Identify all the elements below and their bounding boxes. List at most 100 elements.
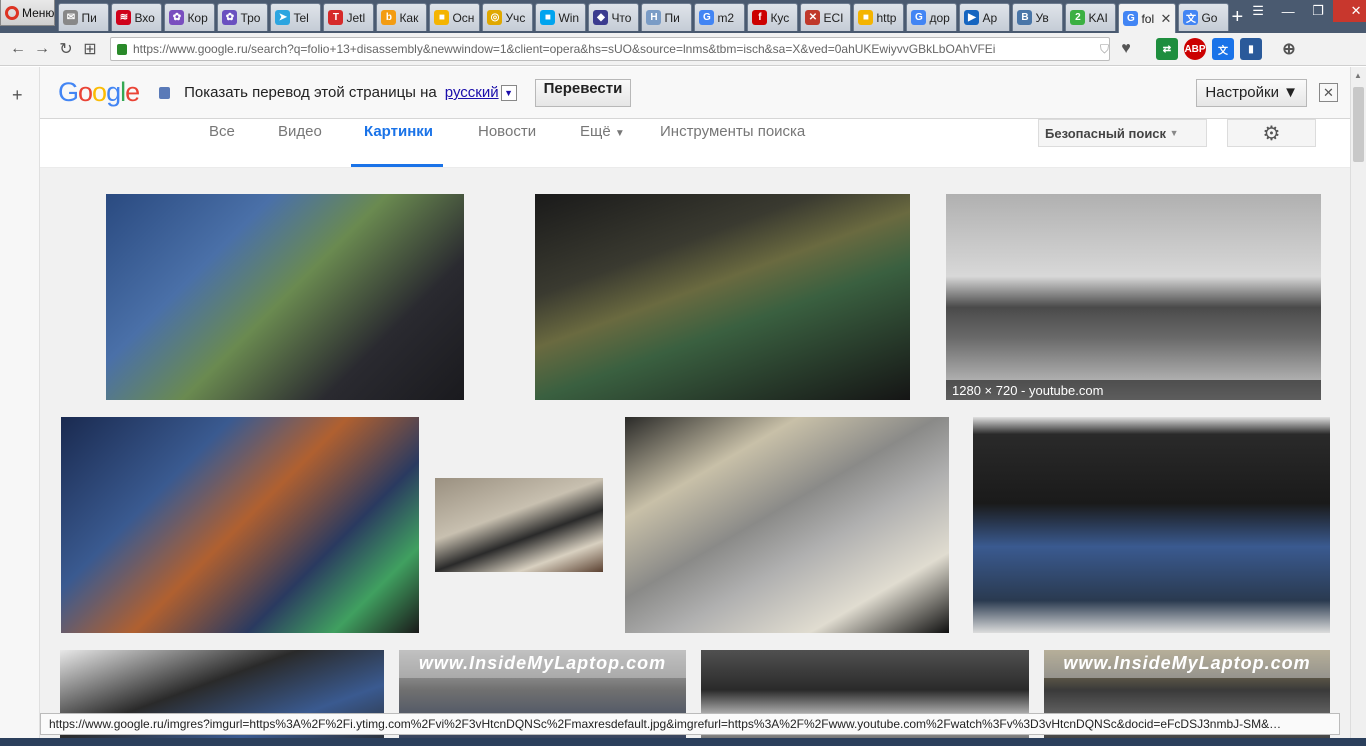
reader-extension-icon[interactable]: ▮ xyxy=(1240,38,1262,60)
tab-favicon-icon: B xyxy=(1017,10,1033,25)
scroll-thumb[interactable] xyxy=(1353,87,1364,162)
tab-favicon-icon: ▶ xyxy=(964,10,980,25)
image-result[interactable] xyxy=(435,478,603,572)
browser-tab[interactable]: ■ http xyxy=(853,3,905,31)
browser-tab[interactable]: 文 Go xyxy=(1178,3,1230,31)
tab-label: Осн xyxy=(452,10,475,25)
image-watermark: www.InsideMyLaptop.com xyxy=(399,650,686,678)
bookmark-heart-icon[interactable]: ♥ xyxy=(1114,37,1138,61)
close-window-button[interactable]: ✕ xyxy=(1333,0,1366,22)
tab-menu-icon[interactable]: ☰ xyxy=(1243,0,1273,22)
tab-favicon-icon: ◆ xyxy=(593,10,609,25)
browser-tab[interactable]: Gfol ✕ xyxy=(1118,3,1177,33)
google-translate-extension-icon[interactable]: 文 xyxy=(1212,38,1234,60)
browser-tab[interactable]: ▶ Ар xyxy=(959,3,1011,31)
tab-label: Вхо xyxy=(134,10,155,25)
browser-tab[interactable]: ✿ Тро xyxy=(217,3,269,31)
safe-search-dropdown[interactable]: Безопасный поиск ▼ xyxy=(1038,119,1207,147)
browser-tab[interactable]: H Пи xyxy=(641,3,693,31)
tab-bar: Меню ✉ Пи ≋ Вхо ✿ Кор ✿ Тро ➤ Tel T Jetl b Как ■ Осн ◎ Уч… xyxy=(0,0,1366,33)
search-nav: Все Видео Картинки Новости Ещё ▼ Инструм… xyxy=(40,119,1350,168)
gear-icon[interactable]: ⚙ xyxy=(1227,119,1316,147)
image-size-caption: 1280 × 720 - youtube.com xyxy=(946,380,1321,400)
browser-tab[interactable]: B Ув xyxy=(1012,3,1064,31)
browser-tab[interactable]: ✿ Кор xyxy=(164,3,216,31)
image-result[interactable] xyxy=(625,417,949,633)
close-translate-icon[interactable]: ✕ xyxy=(1319,83,1338,102)
chevron-down-icon: ▼ xyxy=(614,128,625,139)
tab-label: Пи xyxy=(81,10,97,25)
browser-tab[interactable]: ✉ Пи xyxy=(58,3,110,31)
tab-favicon-icon: ■ xyxy=(858,10,874,25)
browser-tab[interactable]: Gдор xyxy=(906,3,958,31)
browser-tab[interactable]: ➤ Tel xyxy=(270,3,322,31)
tab-label: Go xyxy=(1201,10,1218,25)
add-sidebar-item-icon[interactable]: + xyxy=(12,85,39,106)
tab-label: fol xyxy=(1141,11,1155,26)
browser-tab[interactable]: Gm2 xyxy=(694,3,746,31)
forward-button[interactable]: → xyxy=(30,37,54,61)
tab-favicon-icon: f xyxy=(752,10,768,25)
tab-favicon-icon: ■ xyxy=(434,10,450,25)
tab-favicon-icon: 文 xyxy=(1183,10,1199,25)
lock-icon xyxy=(159,86,171,99)
downloads-icon[interactable]: ⊕ xyxy=(1278,38,1300,60)
browser-tab[interactable]: ≋ Вхо xyxy=(111,3,163,31)
reload-button[interactable]: ↻ xyxy=(54,37,78,61)
browser-tab[interactable]: ■ Win xyxy=(535,3,587,31)
language-link[interactable]: русский xyxy=(445,84,499,101)
maximize-button[interactable]: ❐ xyxy=(1303,0,1333,22)
image-result[interactable]: 1280 × 720 - youtube.com xyxy=(946,194,1321,400)
tab-label: Ув xyxy=(1035,10,1049,25)
image-result[interactable] xyxy=(106,194,464,400)
tab-search-tools[interactable]: Инструменты поиска xyxy=(660,119,805,167)
opera-menu-button[interactable]: Меню xyxy=(0,0,56,26)
browser-tab[interactable]: f Кус xyxy=(747,3,799,31)
browser-tab[interactable]: ✕ ECI xyxy=(800,3,852,31)
google-logo[interactable]: Google xyxy=(58,77,140,108)
tab-more[interactable]: Ещё ▼ xyxy=(580,119,625,167)
tab-favicon-icon: ■ xyxy=(540,10,556,25)
status-bar: https://www.google.ru/imgres?imgurl=http… xyxy=(40,713,1340,735)
browser-tab[interactable]: ■ Осн xyxy=(429,3,481,31)
browser-tab[interactable]: ◎ Учс xyxy=(482,3,534,31)
tab-label: m2 xyxy=(717,10,735,25)
vertical-scrollbar[interactable]: ▲ xyxy=(1350,67,1366,746)
opera-sidebar: + xyxy=(0,67,40,746)
tab-label: Tel xyxy=(293,10,309,25)
tab-label: Jetl xyxy=(346,10,366,25)
shield-icon[interactable]: ⛉ xyxy=(1100,42,1109,57)
browser-tab[interactable]: ◆ Что xyxy=(588,3,640,31)
image-result[interactable] xyxy=(973,417,1330,633)
window-controls: ☰ — ❐ ✕ xyxy=(1243,0,1366,22)
address-bar-row: ← → ↻ ⊞ https://www.google.ru/search?q=f… xyxy=(0,33,1366,66)
back-button[interactable]: ← xyxy=(6,37,30,61)
url-field[interactable]: https://www.google.ru/search?q=folio+13+… xyxy=(110,37,1110,61)
language-dropdown-icon[interactable]: ▼ xyxy=(500,84,517,101)
scroll-up-icon[interactable]: ▲ xyxy=(1354,71,1362,80)
tab-favicon-icon: ✿ xyxy=(222,10,238,25)
adblock-extension-icon[interactable]: ABP xyxy=(1184,38,1206,60)
minimize-button[interactable]: — xyxy=(1273,0,1303,22)
image-result[interactable] xyxy=(61,417,419,633)
translate-button[interactable]: Перевести xyxy=(534,78,632,107)
image-result[interactable] xyxy=(535,194,910,400)
tab-images[interactable]: Картинки xyxy=(351,119,444,167)
speed-dial-icon[interactable]: ⊞ xyxy=(78,37,102,61)
tab-label: дор xyxy=(929,10,950,25)
tab-favicon-icon: ✕ xyxy=(805,10,821,25)
browser-tab[interactable]: 2 KAI xyxy=(1065,3,1117,31)
new-tab-button[interactable]: + xyxy=(1231,3,1243,31)
tab-favicon-icon: b xyxy=(381,10,397,25)
translate-extension-icon[interactable]: ⇄ xyxy=(1156,38,1178,60)
tab-label: Как xyxy=(399,10,419,25)
tab-video[interactable]: Видео xyxy=(278,119,322,167)
tab-news[interactable]: Новости xyxy=(478,119,536,167)
browser-tab[interactable]: T Jetl xyxy=(323,3,375,31)
translate-settings-button[interactable]: Настройки ▼ xyxy=(1196,78,1307,107)
close-tab-icon[interactable]: ✕ xyxy=(1161,11,1172,27)
browser-tab[interactable]: b Как xyxy=(376,3,428,31)
tab-all[interactable]: Все xyxy=(209,119,235,167)
tab-label: Тро xyxy=(240,10,261,25)
tab-label: Ар xyxy=(982,10,998,25)
